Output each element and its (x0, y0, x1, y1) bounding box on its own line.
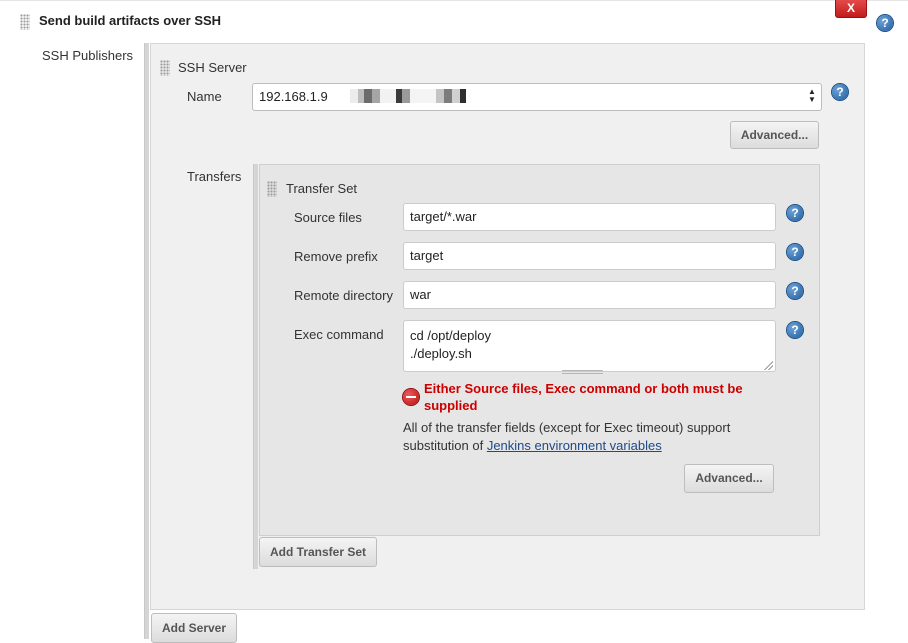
transfer-set-left-border (253, 164, 258, 569)
remove-prefix-input[interactable]: target (403, 242, 776, 270)
exec-command-label: Exec command (294, 327, 384, 342)
section-title: Send build artifacts over SSH (39, 13, 222, 28)
ssh-publishers-label: SSH Publishers (42, 48, 134, 63)
source-files-label: Source files (294, 210, 362, 225)
source-files-input[interactable]: target/*.war (403, 203, 776, 231)
server-advanced-button[interactable]: Advanced... (730, 121, 819, 149)
help-icon[interactable]: ? (787, 322, 803, 338)
transfers-label: Transfers (187, 169, 242, 184)
transfer-advanced-button[interactable]: Advanced... (684, 464, 774, 493)
help-icon[interactable]: ? (787, 244, 803, 260)
add-transfer-set-button[interactable]: Add Transfer Set (259, 537, 377, 567)
drag-handle-icon[interactable] (20, 14, 30, 30)
remove-prefix-label: Remove prefix (294, 249, 378, 264)
drag-handle-icon[interactable] (160, 60, 170, 76)
exec-command-line: ./deploy.sh (410, 346, 472, 361)
delete-button[interactable]: X (835, 0, 867, 18)
note-line: All of the transfer fields (except for E… (403, 420, 731, 435)
error-line: Either Source files, Exec command or bot… (424, 381, 743, 396)
server-name-select[interactable]: 192.168.1.9 (252, 83, 822, 111)
substitution-note: All of the transfer fields (except for E… (403, 419, 730, 455)
help-icon[interactable]: ? (787, 283, 803, 299)
redacted-text (350, 89, 480, 103)
exec-command-line: cd /opt/deploy (410, 328, 491, 343)
textarea-drag-bar[interactable] (562, 370, 603, 374)
name-label: Name (187, 89, 222, 104)
help-icon[interactable]: ? (877, 15, 893, 31)
drag-handle-icon[interactable] (267, 181, 277, 197)
error-message: Either Source files, Exec command or bot… (424, 380, 743, 397)
exec-command-textarea[interactable]: cd /opt/deploy ./deploy.sh (403, 320, 776, 372)
transfer-set-title: Transfer Set (286, 181, 358, 196)
remote-directory-label: Remote directory (294, 288, 393, 303)
select-arrows-icon: ▲ ▼ (808, 87, 816, 104)
jenkins-env-vars-link[interactable]: Jenkins environment variables (487, 438, 662, 453)
error-message: supplied (424, 397, 477, 414)
note-line: substitution of (403, 438, 487, 453)
error-line: supplied (424, 398, 478, 413)
help-icon[interactable]: ? (832, 84, 848, 100)
ssh-server-title: SSH Server (178, 60, 247, 75)
help-icon[interactable]: ? (787, 205, 803, 221)
panel-left-border (144, 43, 149, 639)
error-icon (403, 389, 419, 405)
remote-directory-input[interactable]: war (403, 281, 776, 309)
resize-grip-icon[interactable] (763, 360, 773, 370)
server-name-value: 192.168.1.9 (259, 89, 328, 104)
